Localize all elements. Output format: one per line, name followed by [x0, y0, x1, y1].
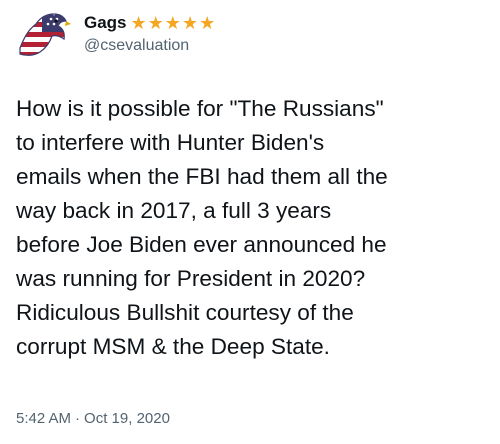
star-rating-badge: ★★★★★ [130, 13, 217, 33]
display-name[interactable]: Gags [84, 12, 127, 33]
name-row: Gags ★★★★★ [84, 12, 216, 33]
tweet-card: Gags ★★★★★ @csevaluation How is it possi… [0, 0, 500, 444]
meta-separator: · [75, 410, 81, 427]
tweet-date: Oct 19, 2020 [84, 410, 170, 427]
avatar[interactable] [14, 8, 72, 60]
tweet-time: 5:42 AM [16, 410, 72, 427]
eagle-flag-icon [19, 13, 71, 56]
user-info: Gags ★★★★★ @csevaluation [84, 12, 216, 55]
user-handle[interactable]: @csevaluation [84, 36, 216, 56]
tweet-header: Gags ★★★★★ @csevaluation [14, 8, 216, 60]
tweet-text: How is it possible for "The Russians" to… [16, 96, 388, 359]
tweet-timestamp[interactable]: 5:42 AM · Oct 19, 2020 [16, 410, 170, 427]
